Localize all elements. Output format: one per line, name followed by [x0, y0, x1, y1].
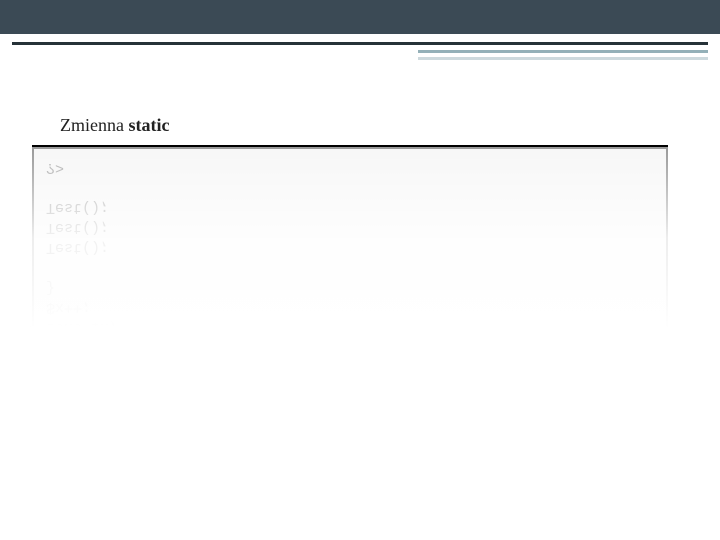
code-box-reflected: <?php function Test() { static $x=0; ech…	[32, 147, 668, 449]
divider-main	[12, 42, 708, 45]
slide: Zmienna static <?php function Test() { s…	[0, 0, 720, 540]
code-content-reflected: <?php function Test() { static $x=0; ech…	[46, 157, 654, 437]
top-bar	[0, 0, 720, 34]
divider-accent-2	[418, 57, 708, 60]
code-reflection: <?php function Test() { static $x=0; ech…	[32, 147, 668, 449]
slide-heading: Zmienna static	[60, 115, 169, 136]
heading-prefix: Zmienna	[60, 115, 128, 135]
code-wrap: <?php function Test() { static $x=0; ech…	[32, 145, 668, 540]
divider-accent-1	[418, 50, 708, 53]
heading-bold: static	[128, 115, 169, 135]
